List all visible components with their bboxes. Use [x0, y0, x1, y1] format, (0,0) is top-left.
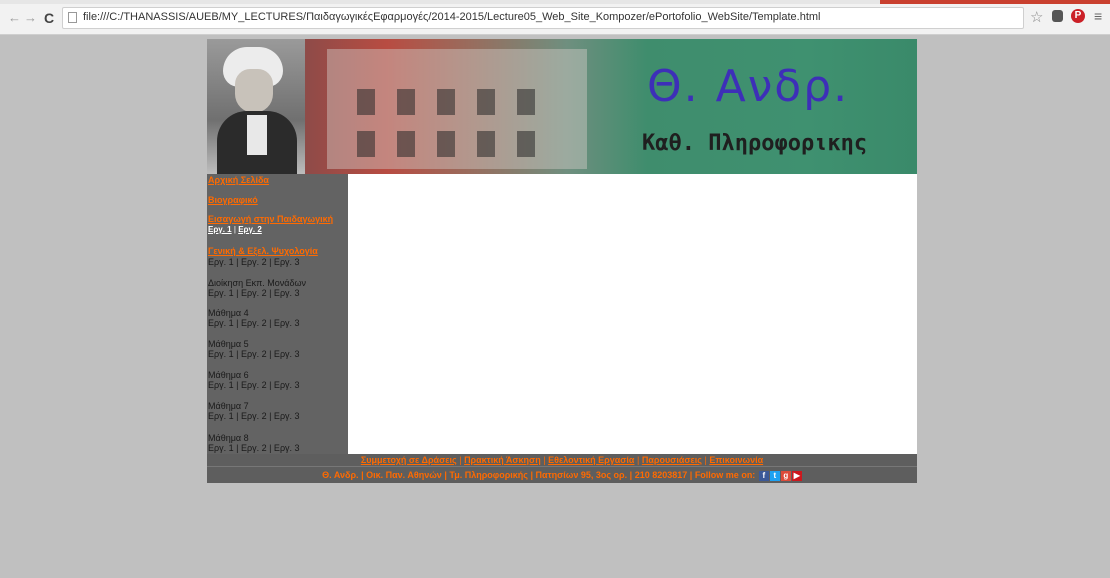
intro-sub-links: Εργ. 1 | Εργ. 2 [208, 225, 348, 235]
active-tab-indicator [880, 0, 1110, 4]
browser-toolbar: ← → C file:///C:/THANASSIS/AUEB/MY_LECTU… [0, 0, 1110, 35]
building-window [357, 131, 375, 157]
building-window [397, 89, 415, 115]
building-window [437, 89, 455, 115]
separator: | [543, 455, 546, 465]
website: Θ. Ανδρ. Καθ. Πληροφορικης Αρχική Σελίδα… [207, 39, 917, 483]
main-content-area [348, 174, 917, 454]
sidebar-item-lesson8: Μάθημα 8 [208, 433, 249, 443]
building-window [477, 89, 495, 115]
forward-icon[interactable]: → [24, 11, 37, 25]
banner-subtitle: Καθ. Πληροφορικης [642, 131, 868, 156]
tab-strip [0, 0, 1110, 4]
footer-link-volunteer[interactable]: Εθελοντική Εργασία [548, 455, 634, 465]
building-window [437, 131, 455, 157]
footer-name: Θ. Ανδρ. [322, 470, 359, 480]
pinterest-icon[interactable]: P [1071, 9, 1085, 23]
youtube-icon[interactable]: ▶ [791, 470, 802, 481]
separator: | [444, 470, 447, 480]
building-window [517, 89, 535, 115]
footer-phone: 210 8203817 [634, 470, 688, 480]
university-building-image [327, 49, 587, 169]
footer-link-contact[interactable]: Επικοινωνία [709, 455, 763, 465]
lesson4-sub: Εργ. 1 | Εργ. 2 | Εργ. 3 [208, 318, 300, 328]
einstein-portrait [207, 39, 305, 174]
separator: | [704, 455, 707, 465]
sidebar-item-home[interactable]: Αρχική Σελίδα [208, 175, 348, 186]
separator: | [233, 225, 236, 234]
sidebar-item-lesson6: Μάθημα 6 [208, 370, 249, 380]
admin-sub: Εργ. 1 | Εργ. 2 | Εργ. 3 [208, 288, 300, 298]
separator: | [459, 455, 462, 465]
psychology-sub: Εργ. 1 | Εργ. 2 | Εργ. 3 [208, 257, 300, 267]
facebook-icon[interactable]: f [758, 470, 769, 481]
sub-link-erg1[interactable]: Εργ. 1 [208, 225, 232, 234]
footer-link-practice[interactable]: Πρακτική Άσκηση [464, 455, 541, 465]
lesson5-sub: Εργ. 1 | Εργ. 2 | Εργ. 3 [208, 349, 300, 359]
sidebar-menu: Αρχική Σελίδα Βιογραφικό Εισαγωγή στην Π… [207, 174, 348, 454]
sub-link-erg2[interactable]: Εργ. 2 [238, 225, 262, 234]
building-window [517, 131, 535, 157]
address-bar[interactable]: file:///C:/THANASSIS/AUEB/MY_LECTURES/Πα… [62, 7, 1024, 29]
building-window [357, 89, 375, 115]
lesson6-sub: Εργ. 1 | Εργ. 2 | Εργ. 3 [208, 380, 300, 390]
menu-icon[interactable]: ≡ [1094, 8, 1102, 24]
footer-link-presentations[interactable]: Παρουσιάσεις [642, 455, 702, 465]
sidebar-item-bio[interactable]: Βιογραφικό [208, 195, 348, 206]
star-icon[interactable]: ☆ [1030, 8, 1043, 26]
footer-university: Οικ. Παν. Αθηνών [366, 470, 442, 480]
portrait-collar [247, 115, 267, 155]
banner-title: Θ. Ανδρ. [647, 61, 850, 112]
google-plus-icon[interactable]: g [780, 470, 791, 481]
header-banner: Θ. Ανδρ. Καθ. Πληροφορικης [207, 39, 917, 174]
sidebar-item-admin: Διοίκηση Εκπ. Μονάδων [208, 278, 307, 288]
footer-address: Πατησίων 95, 3ος ορ. [535, 470, 628, 480]
page-icon [68, 12, 77, 23]
separator: | [629, 470, 633, 480]
footer-info: Θ. Ανδρ. | Οικ. Παν. Αθηνών | Τμ. Πληροφ… [207, 466, 917, 483]
twitter-icon[interactable]: t [769, 470, 780, 481]
reload-icon[interactable]: C [44, 11, 54, 25]
lesson7-sub: Εργ. 1 | Εργ. 2 | Εργ. 3 [208, 411, 300, 421]
extension-icon[interactable] [1052, 10, 1063, 22]
url-text[interactable]: file:///C:/THANASSIS/AUEB/MY_LECTURES/Πα… [83, 11, 821, 23]
sidebar-item-lesson7: Μάθημα 7 [208, 401, 249, 411]
sidebar-item-psychology[interactable]: Γενική & Εξελ. Ψυχολογία [208, 246, 348, 257]
separator: | [636, 455, 640, 465]
footer-links: Συμμετοχή σε Δράσεις | Πρακτική Άσκηση |… [207, 454, 917, 466]
lesson8-sub: Εργ. 1 | Εργ. 2 | Εργ. 3 [208, 443, 300, 453]
building-window [397, 131, 415, 157]
footer-link-actions[interactable]: Συμμετοχή σε Δράσεις [361, 455, 457, 465]
portrait-face [235, 69, 273, 113]
separator: | [361, 470, 364, 480]
sidebar-item-lesson4: Μάθημα 4 [208, 308, 249, 318]
separator: | [689, 470, 693, 480]
back-icon[interactable]: ← [8, 11, 21, 25]
sidebar-item-intro-pedagogy[interactable]: Εισαγωγή στην Παιδαγωγική [208, 214, 348, 225]
footer-follow: Follow me on: [694, 470, 756, 480]
sidebar-item-lesson5: Μάθημα 5 [208, 339, 249, 349]
footer-department: Τμ. Πληροφορικής [449, 470, 528, 480]
separator: | [530, 470, 534, 480]
building-window [477, 131, 495, 157]
